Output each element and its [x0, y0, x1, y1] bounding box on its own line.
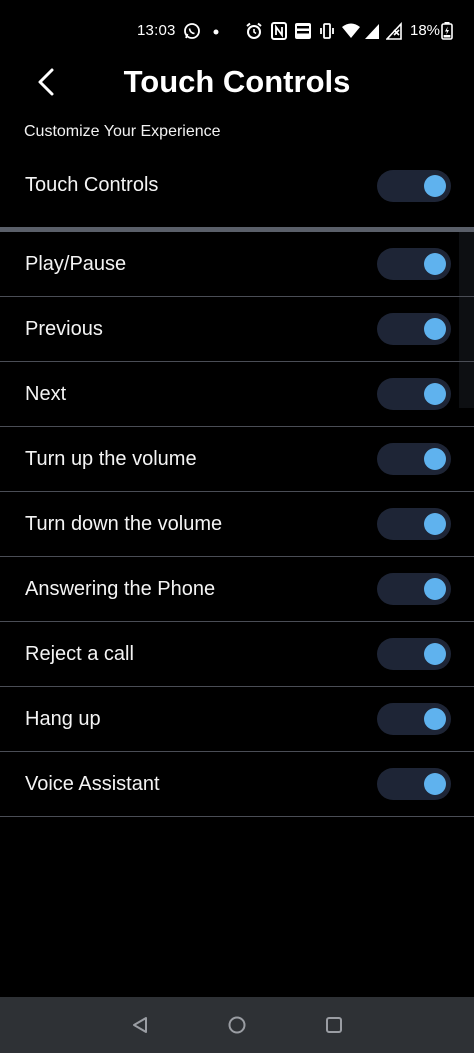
list-item-label: Reject a call [25, 643, 134, 665]
list-item-label: Answering the Phone [25, 578, 216, 600]
no-signal-icon [386, 22, 402, 40]
nav-back-button[interactable] [126, 1011, 154, 1039]
battery-charging-icon [441, 22, 453, 40]
recents-square-icon [326, 1017, 342, 1033]
status-time: 13:03 [137, 22, 176, 39]
system-nav-bar [0, 997, 474, 1053]
back-triangle-icon [133, 1017, 147, 1033]
dot-icon [213, 29, 219, 35]
volume-down-toggle[interactable] [377, 508, 451, 540]
list-item-label: Hang up [25, 708, 101, 730]
toggle-knob [424, 708, 446, 730]
list-item-volume-up: Turn up the volume [0, 427, 474, 492]
signal-icon [365, 24, 379, 39]
hang-up-toggle[interactable] [377, 703, 451, 735]
list-item-label: Turn up the volume [25, 448, 197, 470]
vibrate-icon [320, 23, 334, 39]
list-item-label: Play/Pause [25, 253, 127, 275]
nav-recents-button[interactable] [320, 1011, 348, 1039]
toggle-knob [424, 578, 446, 600]
list-item-previous: Previous [0, 297, 474, 362]
toggle-knob [424, 643, 446, 665]
list-item-reject-call: Reject a call [0, 622, 474, 687]
list-item-volume-down: Turn down the volume [0, 492, 474, 557]
list-item-next: Next [0, 362, 474, 427]
play-pause-toggle[interactable] [377, 248, 451, 280]
list-item-answer-phone: Answering the Phone [0, 557, 474, 622]
alarm-icon [246, 22, 262, 39]
toggle-knob [424, 448, 446, 470]
master-touch-controls-row: Touch Controls [0, 162, 474, 210]
answer-phone-toggle[interactable] [377, 573, 451, 605]
toggle-knob [424, 773, 446, 795]
master-touch-controls-toggle[interactable] [377, 170, 451, 202]
battery-percent: 18% [410, 22, 441, 39]
master-touch-controls-label: Touch Controls [25, 174, 159, 196]
status-bar: 13:03 18% [0, 0, 474, 60]
list-item-label: Next [25, 383, 67, 405]
home-circle-icon [228, 1016, 246, 1034]
list-item-play-pause: Play/Pause [0, 232, 474, 297]
list-item-label: Turn down the volume [25, 513, 223, 535]
nfc-icon [271, 22, 287, 40]
toggle-knob [424, 513, 446, 535]
whatsapp-icon [184, 23, 200, 39]
previous-toggle[interactable] [377, 313, 451, 345]
voice-assistant-toggle[interactable] [377, 768, 451, 800]
list-item-label: Previous [25, 318, 103, 340]
toggle-knob [424, 175, 446, 197]
list-item-voice-assistant: Voice Assistant [0, 752, 474, 817]
page-title: Touch Controls [123, 64, 351, 99]
section-subtitle: Customize Your Experience [24, 123, 221, 140]
reject-call-toggle[interactable] [377, 638, 451, 670]
volte-icon [295, 23, 311, 39]
toggle-knob [424, 383, 446, 405]
toggle-knob [424, 318, 446, 340]
toggle-knob [424, 253, 446, 275]
nav-home-button[interactable] [223, 1011, 251, 1039]
wifi-icon [342, 23, 360, 38]
list-item-hang-up: Hang up [0, 687, 474, 752]
volume-up-toggle[interactable] [377, 443, 451, 475]
list-item-label: Voice Assistant [25, 773, 160, 795]
next-toggle[interactable] [377, 378, 451, 410]
touch-control-list: Play/Pause Previous Next Turn up the vol… [0, 232, 474, 817]
